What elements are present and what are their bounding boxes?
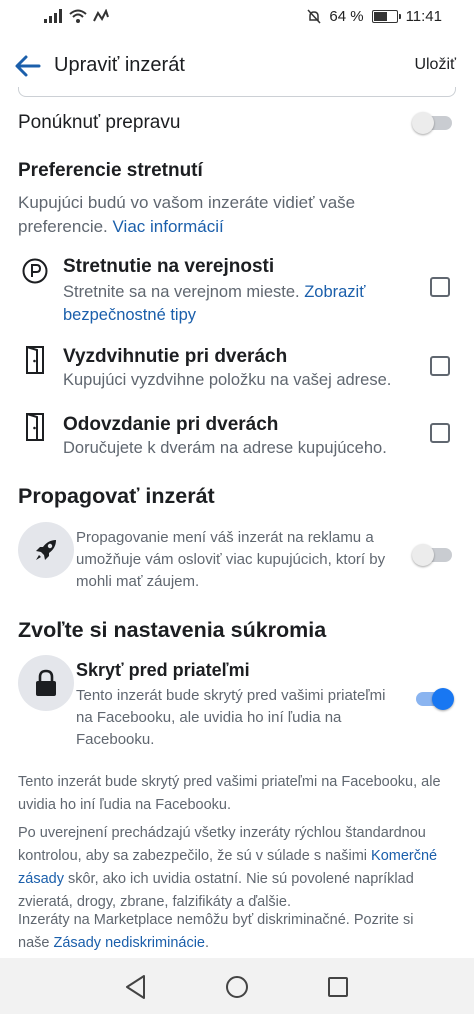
battery-percent: 64 % <box>329 8 364 25</box>
privacy-line3: Facebooku. <box>76 731 155 748</box>
bell-muted-icon <box>307 9 321 24</box>
option-public-title: Stretnutie na verejnosti <box>63 256 275 277</box>
square-recents-icon <box>328 977 348 997</box>
triangle-back-icon <box>126 975 145 999</box>
clock: 11:41 <box>405 8 442 25</box>
more-info-link[interactable]: Viac informácií <box>113 217 224 236</box>
privacy-description: Tento inzerát bude skrytý pred vašimi pr… <box>76 685 386 751</box>
shipping-label: Ponúknuť prepravu <box>18 112 181 133</box>
arrow-left-icon <box>15 55 41 77</box>
commerce-policy-link-a[interactable]: Komerčné <box>371 848 437 864</box>
status-right: 64 % 11:41 <box>307 8 442 25</box>
promote-line3: mohli mať záujem. <box>76 573 200 590</box>
hide-from-friends-toggle[interactable] <box>412 686 454 710</box>
door-icon <box>24 346 46 379</box>
status-bar: 64 % 11:41 <box>0 0 474 36</box>
system-nav-bar <box>0 958 474 1014</box>
footer-p2-line3: skôr, ako ich uvidia ostatní. Nie sú pov… <box>67 871 414 887</box>
lock-icon <box>18 655 74 711</box>
promote-line1: Propagovanie mení váš inzerát na reklamu… <box>76 529 374 546</box>
promote-description: Propagovanie mení váš inzerát na reklamu… <box>76 527 385 593</box>
option-public-sub: Stretnite sa na verejnom mieste. <box>63 283 300 301</box>
footer-p3-line2: naše <box>18 935 50 951</box>
previous-field-edge <box>18 87 456 97</box>
promote-heading: Propagovať inzerát <box>18 484 215 508</box>
back-button[interactable] <box>12 50 44 82</box>
meeting-heading: Preferencie stretnutí <box>18 160 203 181</box>
footer-p2-line2: kontrolou, aby sa zabezpečilo, že sú v s… <box>18 848 367 864</box>
footer-review-note: Po uverejnení prechádzajú všetky inzerát… <box>18 822 437 914</box>
wifi-icon <box>69 9 87 23</box>
footer-p3-line1: Inzeráty na Marketplace nemôžu byť diskr… <box>18 912 414 928</box>
privacy-line1: Tento inzerát bude skrytý pred vašimi pr… <box>76 687 386 704</box>
rocket-icon <box>18 522 74 578</box>
option-dropoff-checkbox[interactable] <box>430 423 450 443</box>
meeting-description: Kupujúci budú vo vašom inzeráte vidieť v… <box>18 191 355 239</box>
battery-icon <box>371 10 401 23</box>
footer-p3-period: . <box>205 935 210 951</box>
nav-recents-button[interactable] <box>327 976 349 1003</box>
commerce-policy-link-b[interactable]: zásady <box>18 871 64 887</box>
footer-discrimination-note: Inzeráty na Marketplace nemôžu byť diskr… <box>18 909 414 955</box>
nav-back-button[interactable] <box>124 974 148 1005</box>
footer-p1-line2: uvidia ho iní ľudia na Facebooku. <box>18 797 232 813</box>
privacy-line2: na Facebooku, ale uvidia ho iní ľudia na <box>76 709 342 726</box>
door-icon <box>24 413 46 446</box>
promote-line2: umožňuje vám osloviť viac kupujúcich, kt… <box>76 551 386 568</box>
circle-home-icon <box>226 976 248 998</box>
signal-icon <box>44 9 62 23</box>
option-pickup-subtitle: Kupujúci vyzdvihne položku na vašej adre… <box>63 371 392 389</box>
status-left-icons <box>44 9 110 23</box>
footer-hidden-note: Tento inzerát bude skrytý pred vašimi pr… <box>18 771 441 817</box>
safety-tips-link-a[interactable]: Zobraziť <box>304 283 365 301</box>
data-activity-icon <box>93 9 109 22</box>
option-public-subtitle: Stretnite sa na verejnom mieste. Zobrazi… <box>63 281 365 327</box>
meeting-desc-line2: preferencie. <box>18 217 108 236</box>
option-pickup-title: Vyzdvihnutie pri dverách <box>63 346 288 367</box>
privacy-heading: Zvoľte si nastavenia súkromia <box>18 618 327 642</box>
save-button[interactable]: Uložiť <box>414 56 456 74</box>
page-title: Upraviť inzerát <box>54 54 185 76</box>
nav-home-button[interactable] <box>225 975 249 1004</box>
parking-icon <box>22 258 48 289</box>
option-dropoff-title: Odovzdanie pri dverách <box>63 414 279 435</box>
option-public-checkbox[interactable] <box>430 277 450 297</box>
meeting-desc-line1: Kupujúci budú vo vašom inzeráte vidieť v… <box>18 193 356 212</box>
safety-tips-link-b[interactable]: bezpečnostné tipy <box>63 304 365 327</box>
shipping-toggle[interactable] <box>412 110 452 134</box>
option-pickup-checkbox[interactable] <box>430 356 450 376</box>
promote-toggle[interactable] <box>412 542 452 566</box>
non-discrimination-link[interactable]: Zásady nediskriminácie <box>53 935 205 951</box>
footer-p2-line1: Po uverejnení prechádzajú všetky inzerát… <box>18 825 426 841</box>
option-dropoff-subtitle: Doručujete k dverám na adrese kupujúceho… <box>63 439 387 457</box>
footer-p1-line1: Tento inzerát bude skrytý pred vašimi pr… <box>18 774 441 790</box>
battery-level <box>373 12 387 21</box>
privacy-option-title: Skryť pred priateľmi <box>76 660 250 680</box>
